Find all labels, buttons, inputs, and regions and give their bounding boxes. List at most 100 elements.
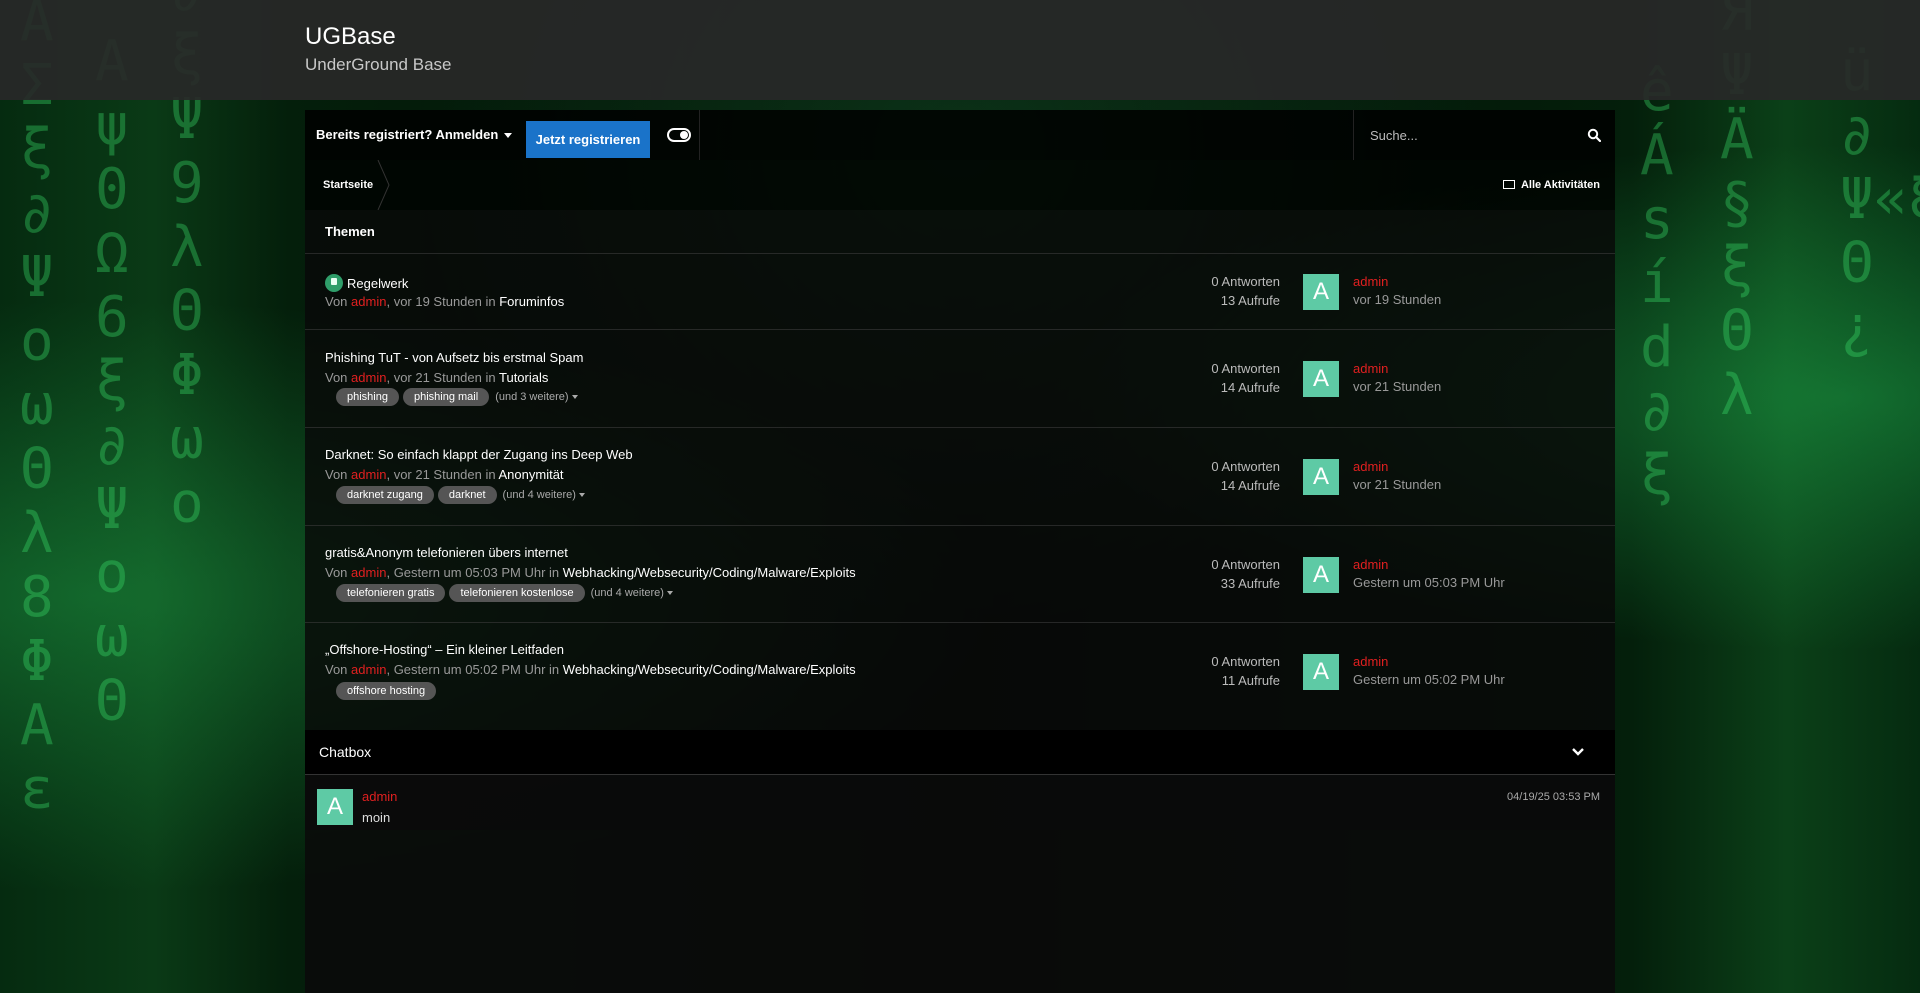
more-tags-toggle[interactable]: (und 4 weitere) [503,489,585,501]
pin-icon [325,274,343,292]
toggle-icon [667,128,691,142]
topic-stats: 0 Antworten 14 Aufrufe [1211,457,1280,495]
activity-feed-icon [1502,180,1515,189]
topic-title-link[interactable]: gratis&Anonym telefonieren übers interne… [325,545,568,560]
avatar[interactable]: A [1303,274,1339,310]
topic-title-link[interactable]: Regelwerk [325,274,408,292]
topic-forum-link[interactable]: Foruminfos [499,294,564,309]
topic-row: gratis&Anonym telefonieren übers interne… [305,526,1615,623]
meta-time: , Gestern um 05:03 PM Uhr in [386,565,560,580]
tag[interactable]: offshore hosting [336,682,437,700]
tag[interactable]: darknet zugang [336,486,434,504]
topic-forum-link[interactable]: Tutorials [499,370,548,385]
replies-count: 0 Antworten [1211,557,1280,572]
meta-by: Von [325,467,348,482]
all-activity-link[interactable]: Alle Aktivitäten [1502,160,1600,210]
login-dropdown[interactable]: Bereits registriert? Anmelden [316,110,513,160]
topic-forum-link[interactable]: Webhacking/Websecurity/Coding/Malware/Ex… [563,662,856,677]
avatar[interactable]: A [1303,654,1339,690]
topic-author-link[interactable]: admin [351,467,386,482]
topic-stats: 0 Antworten 33 Aufrufe [1211,555,1280,593]
topic-author-link[interactable]: admin [351,662,386,677]
topic-forum-link[interactable]: Webhacking/Websecurity/Coding/Malware/Ex… [563,565,856,580]
tag-list: offshore hosting [336,682,440,700]
meta-by: Von [325,565,348,580]
replies-count: 0 Antworten [1211,654,1280,669]
more-tags-toggle[interactable]: (und 3 weitere) [495,391,578,403]
meta-by: Von [325,662,348,677]
topic-meta: Von admin, Gestern um 05:02 PM Uhr in We… [325,662,856,677]
avatar[interactable]: A [1303,459,1339,495]
meta-time: , Gestern um 05:02 PM Uhr in [386,662,560,677]
theme-toggle[interactable] [660,110,700,160]
last-poster-link[interactable]: admin [1353,654,1388,669]
tag-list: darknet zugang darknet (und 4 weitere) [336,486,585,504]
replies-count: 0 Antworten [1211,274,1280,289]
meta-by: Von [325,370,348,385]
chatbox-title: Chatbox [319,744,372,760]
meta-time: , vor 21 Stunden in [386,467,496,482]
tag[interactable]: telefonieren gratis [336,584,446,602]
topic-row: Regelwerk Von admin, vor 19 Stunden in F… [305,254,1615,330]
main-container: Bereits registriert? Anmelden Jetzt regi… [305,100,1615,993]
topic-stats: 0 Antworten 13 Aufrufe [1211,272,1280,310]
topic-title-link[interactable]: Phishing TuT - von Aufsetz bis erstmal S… [325,350,583,365]
meta-time: , vor 21 Stunden in [386,370,496,385]
topic-stats: 0 Antworten 11 Aufrufe [1211,652,1280,690]
topics-panel-title: Themen [305,210,1615,254]
topic-title-link[interactable]: Darknet: So einfach klappt der Zugang in… [325,447,633,462]
last-post-time[interactable]: vor 21 Stunden [1353,477,1441,492]
chatbox-messages: A admin moin 04/19/25 03:53 PM [305,775,1615,993]
last-post-time[interactable]: Gestern um 05:03 PM Uhr [1353,575,1505,590]
topic-author-link[interactable]: admin [351,294,386,309]
last-post-time[interactable]: Gestern um 05:02 PM Uhr [1353,672,1505,687]
search-icon[interactable] [1587,128,1601,142]
last-poster-link[interactable]: admin [1353,557,1388,572]
chevron-down-icon[interactable] [1571,745,1585,759]
tag-list: phishing phishing mail (und 3 weitere) [336,388,578,406]
caret-down-icon [571,395,578,400]
replies-count: 0 Antworten [1211,361,1280,376]
topic-author-link[interactable]: admin [351,565,386,580]
more-tags-toggle[interactable]: (und 4 weitere) [591,587,673,599]
brand[interactable]: UGBase UnderGround Base [305,22,451,76]
avatar[interactable]: A [1303,361,1339,397]
tag[interactable]: phishing [336,388,399,406]
tag[interactable]: phishing mail [402,388,490,406]
login-label: Bereits registriert? Anmelden [316,127,499,142]
user-navbar: Bereits registriert? Anmelden Jetzt regi… [305,110,1615,160]
register-button[interactable]: Jetzt registrieren [526,121,650,158]
views-count: 11 Aufrufe [1221,673,1280,688]
more-tags-label: (und 4 weitere) [590,587,664,599]
last-poster-link[interactable]: admin [1353,459,1388,474]
last-post-time[interactable]: vor 21 Stunden [1353,379,1441,394]
tag[interactable]: telefonieren kostenlose [449,584,585,602]
last-poster-link[interactable]: admin [1353,274,1388,289]
avatar[interactable]: A [317,789,353,825]
site-title[interactable]: UGBase [305,22,451,52]
topic-meta: Von admin, Gestern um 05:03 PM Uhr in We… [325,565,856,580]
topic-title-link[interactable]: „Offshore-Hosting“ – Ein kleiner Leitfad… [325,642,564,657]
views-count: 33 Aufrufe [1220,576,1280,591]
search-input[interactable] [1354,110,1574,160]
topic-forum-link[interactable]: Anonymität [499,467,564,482]
avatar[interactable]: A [1303,557,1339,593]
tag[interactable]: darknet [437,486,497,504]
search-box [1353,110,1615,160]
topic-stats: 0 Antworten 14 Aufrufe [1211,359,1280,397]
last-poster-link[interactable]: admin [1353,361,1388,376]
breadcrumb: Startseite Alle Aktivitäten [305,160,1615,210]
topic-meta: Von admin, vor 21 Stunden in Tutorials [325,370,548,385]
topic-title: Regelwerk [347,276,409,291]
chatbox-header[interactable]: Chatbox [305,730,1615,775]
last-post-time[interactable]: vor 19 Stunden [1353,292,1441,307]
site-subtitle: UnderGround Base [305,55,452,74]
caret-down-icon [666,591,673,596]
chat-user-link[interactable]: admin [362,789,397,804]
caret-down-icon [504,133,513,139]
chat-message-text: moin [362,810,391,825]
breadcrumb-home[interactable]: Startseite [323,160,373,210]
breadcrumb-separator-icon [377,160,390,210]
meta-by: Von [325,294,348,309]
topic-author-link[interactable]: admin [351,370,386,385]
